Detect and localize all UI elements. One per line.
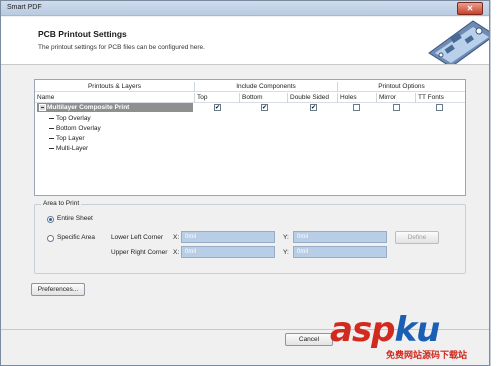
page-subtitle: The printout settings for PCB files can … <box>38 44 205 51</box>
column-tt-fonts[interactable]: TT Fonts <box>416 93 465 103</box>
layer-item[interactable]: Top Overlay <box>49 115 91 122</box>
column-top[interactable]: Top <box>195 93 240 103</box>
column-bottom[interactable]: Bottom <box>240 93 288 103</box>
tt-fonts-checkbox[interactable] <box>436 104 443 111</box>
upper-right-y-input[interactable]: 0mil <box>293 246 387 258</box>
upper-right-x-label: X: <box>173 249 180 256</box>
watermark-caption: 免费网站源码下载站 <box>386 350 468 360</box>
window-title: Smart PDF <box>7 4 42 11</box>
watermark-logo-asp: asp <box>330 310 396 350</box>
column-mirror[interactable]: Mirror <box>377 93 416 103</box>
holes-checkbox[interactable] <box>353 104 360 111</box>
double-sided-checkbox[interactable]: ✔ <box>310 104 317 111</box>
watermark-logo-ku: ku <box>394 310 441 350</box>
define-button[interactable]: Define <box>395 231 439 244</box>
layer-item[interactable]: Top Layer <box>49 135 85 142</box>
layer-item[interactable]: Bottom Overlay <box>49 125 101 132</box>
entire-sheet-label[interactable]: Entire Sheet <box>57 215 93 222</box>
column-holes[interactable]: Holes <box>338 93 377 103</box>
upper-right-x-input[interactable]: 0mil <box>181 246 275 258</box>
composite-print-row[interactable]: Multilayer Composite Print <box>37 103 193 112</box>
upper-right-corner-label: Upper Right Corner <box>111 249 168 256</box>
layers-table: Printouts & Layers Include Components Pr… <box>34 79 466 196</box>
column-double-sided[interactable]: Double Sided <box>288 93 338 103</box>
group-include-components: Include Components <box>195 82 338 92</box>
title-bar: Smart PDF ✕ <box>1 1 489 16</box>
entire-sheet-radio[interactable] <box>47 216 54 223</box>
group-printouts-layers: Printouts & Layers <box>35 82 195 92</box>
watermark-logo: aspku <box>330 310 441 350</box>
area-to-print-group: Area to Print Entire Sheet Specific Area… <box>34 200 466 274</box>
lower-left-y-label: Y: <box>283 234 289 241</box>
layer-item[interactable]: Multi-Layer <box>49 145 88 152</box>
top-checkbox[interactable]: ✔ <box>214 104 221 111</box>
page-title: PCB Printout Settings <box>38 29 127 39</box>
lower-left-corner-label: Lower Left Corner <box>111 234 164 241</box>
specific-area-radio[interactable] <box>47 235 54 242</box>
column-name[interactable]: Name <box>35 93 195 103</box>
upper-right-y-label: Y: <box>283 249 289 256</box>
specific-area-label[interactable]: Specific Area <box>57 234 95 241</box>
column-header-row: Name Top Bottom Double Sided Holes Mirro… <box>35 93 465 103</box>
collapse-icon[interactable] <box>39 104 46 111</box>
close-icon: ✕ <box>466 4 474 13</box>
pcb-board-icon <box>428 20 489 64</box>
background-document-edge <box>490 0 500 366</box>
lower-left-x-input[interactable]: 0mil <box>181 231 275 243</box>
cancel-button[interactable]: Cancel <box>285 333 333 346</box>
lower-left-y-input[interactable]: 0mil <box>293 231 387 243</box>
bottom-checkbox[interactable]: ✔ <box>261 104 268 111</box>
mirror-checkbox[interactable] <box>393 104 400 111</box>
wizard-header: PCB Printout Settings The printout setti… <box>1 17 489 65</box>
lower-left-x-label: X: <box>173 234 180 241</box>
composite-print-name: Multilayer Composite Print <box>47 104 130 111</box>
group-printout-options: Printout Options <box>378 83 425 90</box>
preferences-button[interactable]: Preferences... <box>31 283 85 296</box>
area-to-print-title: Area to Print <box>41 200 82 207</box>
group-header-row: Printouts & Layers Include Components Pr… <box>35 82 465 92</box>
close-button[interactable]: ✕ <box>457 2 483 15</box>
